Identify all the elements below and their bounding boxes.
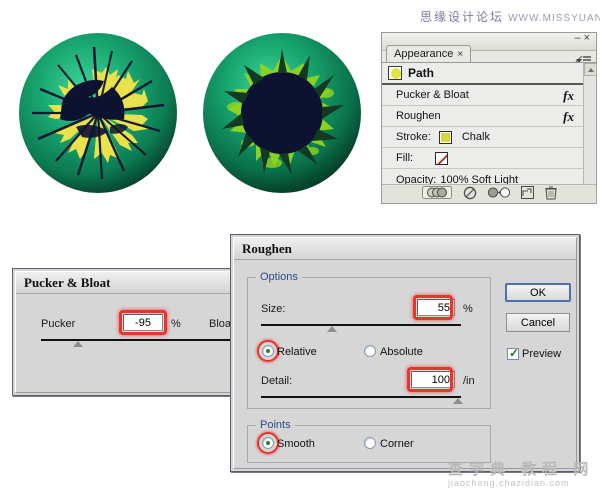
path-blob-icon (388, 66, 402, 80)
appearance-row-fill-label: Fill: (396, 152, 414, 164)
roughen-dialog[interactable]: Roughen Options Size: 55 % Relative Abso… (230, 234, 580, 472)
appearance-panel-footer[interactable] (382, 184, 596, 203)
roughen-dialog-title: Roughen (234, 238, 576, 260)
pucker-bloat-eyeball (18, 32, 178, 194)
detail-slider-thumb[interactable] (453, 398, 463, 404)
appearance-row-roughen[interactable]: Roughen fx (382, 106, 596, 127)
relative-radio[interactable] (262, 345, 274, 357)
close-icon[interactable]: × (584, 32, 593, 44)
detail-slider-track[interactable] (261, 396, 461, 398)
bottom-watermark-cn: 查字典 教程 网 (448, 461, 595, 478)
new-art-has-basic-appearance-icon[interactable] (421, 186, 452, 202)
duplicate-item-icon[interactable] (520, 186, 534, 202)
tab-appearance[interactable]: Appearance × (386, 45, 472, 63)
options-group-label: Options (256, 271, 302, 283)
bottom-watermark: 查字典 教程 网 jiaocheng.chazidian.com (448, 462, 594, 489)
size-unit: % (463, 303, 473, 315)
roughen-eyeball (202, 32, 362, 194)
appearance-row-roughen-label: Roughen (396, 110, 441, 122)
appearance-row-path-label: Path (408, 66, 435, 80)
delete-item-icon[interactable] (544, 186, 557, 203)
appearance-panel[interactable]: –× Appearance × Path Pucker & Bloat fx R… (381, 32, 597, 204)
size-slider-track[interactable] (261, 324, 461, 326)
appearance-row-stroke-label: Stroke: (396, 131, 431, 143)
preview-label: Preview (522, 348, 562, 360)
smooth-radio[interactable] (262, 437, 274, 449)
appearance-scrollbar[interactable] (583, 63, 597, 203)
screenshot-stage: 思缘设计论坛 WWW.MISSYUAN.COM (0, 0, 600, 500)
chevron-up-icon (588, 68, 594, 72)
smooth-label: Smooth (277, 438, 315, 450)
points-group-label: Points (256, 419, 295, 431)
clear-appearance-icon[interactable] (463, 186, 477, 203)
fx-icon[interactable]: fx (563, 109, 574, 125)
relative-label: Relative (277, 346, 317, 358)
minimize-icon[interactable]: – (574, 32, 583, 44)
top-watermark: 思缘设计论坛 WWW.MISSYUAN.COM (420, 8, 600, 25)
size-label: Size: (261, 303, 286, 315)
pucker-slider-thumb[interactable] (73, 341, 83, 347)
pucker-value-field[interactable]: -95 (123, 314, 163, 331)
corner-radio[interactable] (364, 437, 376, 449)
absolute-label: Absolute (380, 346, 423, 358)
detail-label: Detail: (261, 375, 293, 387)
size-value-field[interactable]: 55 (417, 299, 455, 316)
pucker-slider-track[interactable] (41, 339, 241, 341)
appearance-row-path[interactable]: Path (382, 63, 596, 85)
fx-icon[interactable]: fx (563, 88, 574, 104)
appearance-row-pucker-bloat[interactable]: Pucker & Bloat fx (382, 85, 596, 106)
preview-checkbox[interactable] (507, 346, 519, 360)
detail-unit: /in (463, 375, 475, 387)
appearance-row-pucker-bloat-label: Pucker & Bloat (396, 89, 469, 101)
appearance-list[interactable]: Path Pucker & Bloat fx Roughen fx Stroke… (382, 63, 596, 203)
top-watermark-cn: 思缘设计论坛 (420, 10, 505, 24)
options-group: Options (247, 271, 491, 409)
tab-appearance-label: Appearance (394, 48, 454, 60)
none-swatch[interactable] (435, 151, 449, 165)
pucker-bloat-dialog-title: Pucker & Bloat (16, 272, 232, 294)
pucker-label: Pucker (41, 318, 76, 330)
reduce-to-basic-appearance-icon[interactable] (487, 186, 510, 202)
corner-label: Corner (380, 438, 414, 450)
pucker-unit: % (171, 318, 181, 330)
scroll-up-button[interactable] (584, 63, 597, 76)
appearance-row-fill[interactable]: Fill: (382, 148, 596, 169)
absolute-radio[interactable] (364, 345, 376, 357)
ok-button[interactable]: OK (505, 283, 571, 302)
bottom-watermark-url: jiaocheng.chazidian.com (448, 478, 570, 488)
cancel-button[interactable]: Cancel (506, 313, 570, 332)
yellow-swatch[interactable] (438, 130, 452, 144)
pucker-bloat-dialog[interactable]: Pucker & Bloat Pucker -95 % Bloat (12, 268, 241, 396)
top-watermark-url: WWW.MISSYUAN.COM (508, 13, 600, 24)
tab-close-icon[interactable]: × (457, 49, 463, 60)
appearance-row-stroke-value: Chalk (461, 131, 490, 143)
detail-value-field[interactable]: 100 (411, 371, 455, 388)
size-slider-thumb[interactable] (327, 326, 337, 332)
panel-window-buttons[interactable]: –× (574, 33, 593, 44)
appearance-row-stroke[interactable]: Stroke: Chalk (382, 127, 596, 148)
